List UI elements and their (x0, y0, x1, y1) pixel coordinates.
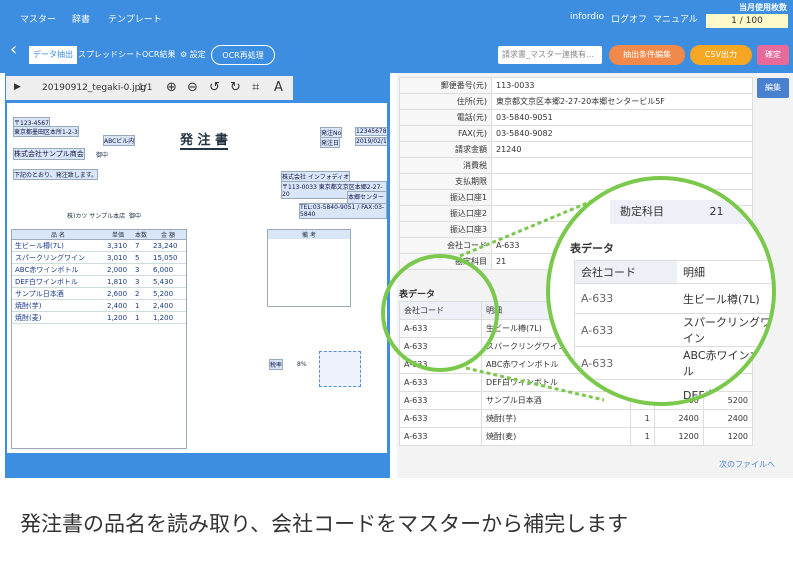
zoom-col-code: 会社コード (575, 261, 677, 283)
zoom-cell-detail: スパークリングワイン (683, 316, 771, 345)
zoom-cell-detail: ABC赤ワインボトル (683, 349, 772, 378)
zoom-table: 会社コード 明細 A-633 生ビール樽(7L) A-633 スパークリングワイン A-… (574, 260, 772, 402)
zoom-kanjo-row: 勘定科目 21 (610, 200, 770, 224)
zoom-rows: A-633 生ビール樽(7L) A-633 スパークリングワイン A-633 ABC赤ワイ… (574, 284, 772, 402)
zoom-extra-1: 00 (750, 376, 762, 386)
zoom-kanjo-value: 21 (709, 205, 724, 218)
caption-text: 発注書の品名を読み取り、会社コードをマスターから補完します (0, 486, 793, 577)
zoom-row: A-633 生ビール樽(7L) (574, 284, 772, 314)
zoom-kanjo-label: 勘定科目 (620, 205, 664, 218)
zoom-col-detail: 明細 (683, 266, 705, 279)
zoom-source-circle (381, 254, 499, 372)
zoom-cell-code: A-633 (581, 356, 614, 370)
zoom-row: A-633 ABC赤ワインボトル (574, 347, 772, 380)
zoom-cell-code: A-633 (581, 388, 614, 401)
zoom-cell-code: A-633 (581, 292, 614, 305)
zoom-row: A-633 スパークリングワイン (574, 314, 772, 347)
zoom-cell-code: A-633 (581, 323, 614, 337)
zoom-table-title: 表データ (570, 242, 614, 255)
zoom-table-header: 会社コード 明細 (574, 260, 772, 284)
zoom-cell-detail: 生ビール樽(7L) (683, 292, 760, 306)
zoom-magnifier: 勘定科目 21 表データ 会社コード 明細 A-633 生ビール樽(7L) A-63… (546, 176, 776, 406)
